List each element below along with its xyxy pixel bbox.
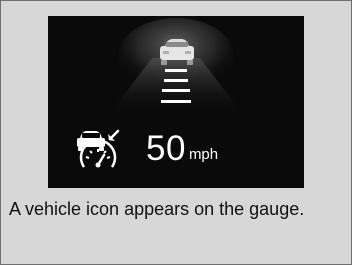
- speed-unit: mph: [188, 146, 219, 163]
- speed-value: 50: [146, 128, 186, 168]
- set-speed-readout: 50 mph: [74, 120, 218, 176]
- adaptive-cruise-control-icon: [77, 129, 120, 168]
- caption-text: A vehicle icon appears on the gauge.: [9, 199, 305, 219]
- gauge-display: 50 mph: [48, 16, 304, 188]
- illustration-panel: 50 mph A vehicle icon appears on the gau…: [0, 0, 352, 265]
